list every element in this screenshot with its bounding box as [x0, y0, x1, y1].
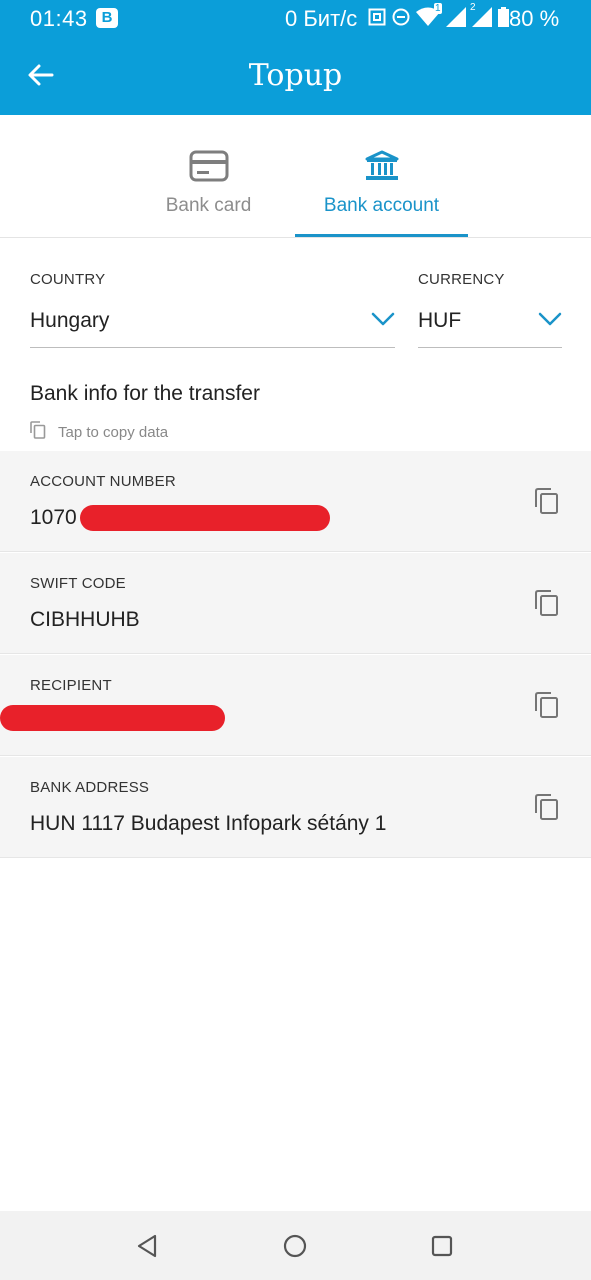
- signal-sim2-icon: 2: [470, 2, 492, 32]
- tab-bank-account-label: Bank account: [323, 195, 440, 216]
- country-underline: [30, 347, 395, 348]
- signal-sim1-icon: [446, 6, 466, 32]
- account-number-value: 1070: [30, 506, 77, 529]
- system-navigation-bar: [0, 1211, 591, 1280]
- currency-underline: [418, 347, 562, 348]
- chevron-down-icon: [371, 312, 395, 331]
- recipient-row[interactable]: RECIPIENT: [0, 655, 591, 756]
- recipient-label: RECIPIENT: [30, 677, 112, 694]
- notification-badge: B: [96, 8, 118, 28]
- chevron-down-icon: [538, 312, 562, 331]
- network-speed: 0 Бит/с: [285, 6, 358, 31]
- wifi-icon: 1: [416, 2, 442, 32]
- tab-bar: Bank card Bank account: [0, 115, 591, 238]
- active-tab-indicator: [295, 234, 468, 237]
- bank-address-label: BANK ADDRESS: [30, 779, 150, 796]
- swift-code-label: SWIFT CODE: [30, 575, 126, 592]
- nav-recents-icon[interactable]: [429, 1233, 455, 1259]
- redaction-mark: [0, 705, 225, 731]
- currency-label: CURRENCY: [418, 271, 505, 288]
- currency-value: HUF: [418, 309, 462, 332]
- status-time: 01:43: [30, 6, 88, 31]
- battery-percent: 80 %: [509, 6, 560, 31]
- tab-bank-account[interactable]: Bank account: [295, 115, 468, 237]
- sim2-label: 2: [470, 1, 476, 13]
- copy-icon[interactable]: [534, 487, 560, 515]
- page-title: Topup: [248, 58, 343, 93]
- sim1-label: 1: [434, 2, 442, 14]
- dnd-icon: [392, 8, 410, 31]
- nav-back-icon[interactable]: [135, 1233, 161, 1259]
- vpn-key-icon: [368, 8, 386, 31]
- copy-icon[interactable]: [534, 691, 560, 719]
- country-select[interactable]: Hungary: [30, 300, 395, 348]
- tab-bank-card-label: Bank card: [165, 195, 252, 216]
- swift-code-row[interactable]: SWIFT CODE CIBHHUHB: [0, 553, 591, 654]
- bank-building-icon: [365, 150, 399, 187]
- country-value: Hungary: [30, 309, 110, 332]
- copy-hint-text: Tap to copy data: [58, 424, 169, 441]
- bank-address-row[interactable]: BANK ADDRESS HUN 1117 Budapest Infopark …: [0, 757, 591, 858]
- system-icons: 1 2: [368, 2, 509, 32]
- copy-icon[interactable]: [534, 589, 560, 617]
- currency-select[interactable]: HUF: [418, 300, 562, 348]
- country-label: COUNTRY: [30, 271, 106, 288]
- battery-icon: [498, 6, 509, 32]
- bank-info-title: Bank info for the transfer: [30, 382, 260, 405]
- redaction-mark: [80, 505, 330, 531]
- tab-bank-card[interactable]: Bank card: [122, 115, 295, 237]
- credit-card-icon: [189, 150, 229, 187]
- account-number-row[interactable]: ACCOUNT NUMBER 1070: [0, 451, 591, 552]
- swift-code-value: CIBHHUHB: [30, 608, 140, 631]
- copy-icon: [30, 421, 46, 444]
- app-bar: Topup: [0, 38, 591, 115]
- copy-icon[interactable]: [534, 793, 560, 821]
- account-number-label: ACCOUNT NUMBER: [30, 473, 176, 490]
- copy-hint: Tap to copy data: [30, 421, 168, 444]
- nav-home-icon[interactable]: [282, 1233, 308, 1259]
- status-bar: 01:43 B 0 Бит/с 1 2 80 %: [0, 0, 591, 38]
- bank-address-value: HUN 1117 Budapest Infopark sétány 1: [30, 812, 387, 835]
